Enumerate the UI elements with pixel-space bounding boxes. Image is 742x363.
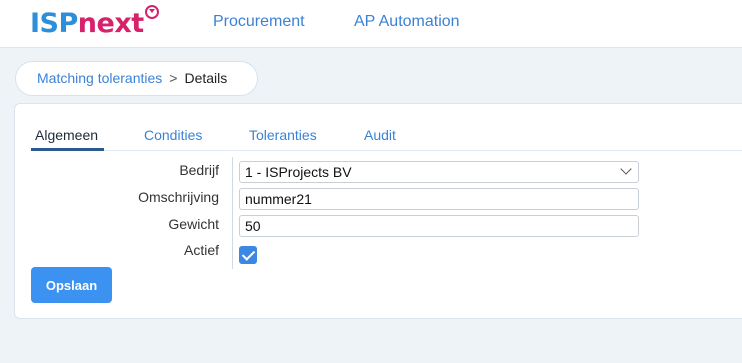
active-tab-indicator: [31, 148, 104, 151]
app-logo[interactable]: ISPnext: [30, 7, 144, 41]
actief-label: Actief: [183, 242, 219, 258]
chevron-down-icon: [620, 163, 632, 175]
tabs-divider: [31, 150, 742, 151]
details-card: Algemeen Condities Toleranties Audit Bed…: [14, 103, 742, 319]
form-divider: [232, 157, 233, 269]
omschrijving-label: Omschrijving: [138, 189, 219, 205]
tab-toleranties[interactable]: Toleranties: [249, 127, 317, 143]
tab-condities[interactable]: Condities: [144, 127, 202, 143]
tab-algemeen[interactable]: Algemeen: [35, 127, 98, 143]
breadcrumb-parent-link[interactable]: Matching toleranties: [37, 70, 162, 86]
bedrijf-label: Bedrijf: [179, 162, 219, 178]
save-button[interactable]: Opslaan: [31, 267, 112, 303]
top-navigation-bar: ISPnext Procurement AP Automation: [0, 0, 742, 48]
omschrijving-input[interactable]: [239, 188, 639, 210]
logo-heart-icon: [145, 5, 159, 19]
bedrijf-select[interactable]: 1 - ISProjects BV: [239, 161, 639, 183]
breadcrumb-current: Details: [184, 70, 228, 86]
actief-checkbox[interactable]: [239, 246, 257, 264]
nav-ap-automation[interactable]: AP Automation: [354, 13, 460, 31]
nav-procurement[interactable]: Procurement: [213, 13, 305, 31]
breadcrumb-separator: >: [169, 70, 178, 86]
gewicht-input[interactable]: [239, 215, 639, 237]
bedrijf-selected-value: 1 - ISProjects BV: [245, 164, 352, 180]
breadcrumb: Matching toleranties > Details: [15, 61, 258, 96]
tab-audit[interactable]: Audit: [364, 127, 396, 143]
gewicht-label: Gewicht: [168, 216, 219, 232]
logo-text-next: next: [77, 8, 144, 39]
logo-text-isp: ISP: [30, 8, 78, 39]
